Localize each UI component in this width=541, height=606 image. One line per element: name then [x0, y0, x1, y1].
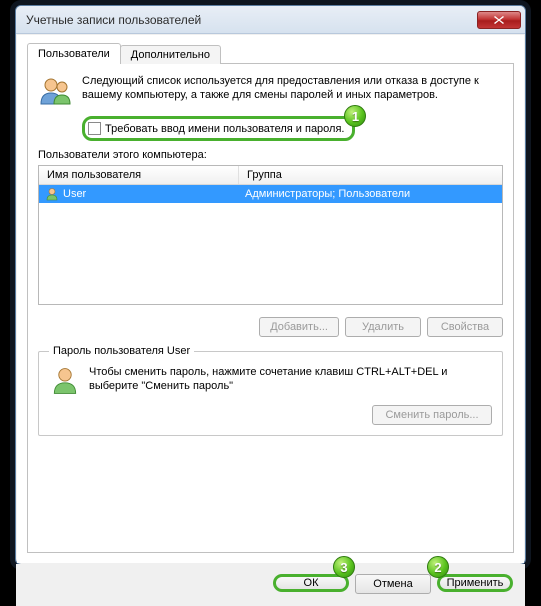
change-password-button[interactable]: Сменить пароль... [372, 405, 492, 425]
password-instruction-text: Чтобы сменить пароль, нажмите сочетание … [89, 365, 492, 393]
tab-strip: Пользователи Дополнительно [27, 43, 514, 64]
ok-button[interactable]: ОК [273, 574, 349, 592]
intro-text: Следующий список используется для предос… [82, 74, 503, 110]
users-icon [38, 74, 74, 110]
users-listview[interactable]: Имя пользователя Группа User Администрат… [38, 165, 503, 305]
close-button[interactable] [477, 11, 521, 29]
add-button[interactable]: Добавить... [259, 317, 339, 337]
apply-button[interactable]: Применить [437, 574, 513, 592]
require-credentials-label: Требовать ввод имени пользователя и паро… [105, 123, 344, 135]
password-group-legend: Пароль пользователя User [49, 345, 194, 357]
users-list-label: Пользователи этого компьютера: [38, 149, 503, 161]
cell-group: Администраторы; Пользователи [239, 185, 502, 203]
listview-header[interactable]: Имя пользователя Группа [39, 166, 502, 185]
annotation-badge-2: 2 [427, 556, 449, 578]
annotation-badge-1: 1 [344, 105, 366, 127]
list-buttons-row: Добавить... Удалить Свойства [38, 317, 503, 337]
window-title: Учетные записи пользователей [26, 13, 477, 27]
tab-users[interactable]: Пользователи [27, 43, 121, 64]
annotation-badge-3: 3 [333, 556, 355, 578]
content-area: Пользователи Дополнительно Следующий спи… [17, 35, 524, 563]
remove-button[interactable]: Удалить [345, 317, 421, 337]
user-row-icon [45, 187, 59, 201]
require-credentials-row[interactable]: Требовать ввод имени пользователя и паро… [82, 116, 355, 141]
cancel-button[interactable]: Отмена [355, 574, 431, 594]
intro-row: Следующий список используется для предос… [38, 74, 503, 110]
require-credentials-checkbox[interactable] [88, 122, 101, 135]
cell-username: User [39, 185, 239, 203]
dialog-window: Учетные записи пользователей Пользовател… [15, 5, 526, 565]
dialog-footer: ОК 3 Отмена Применить 2 [16, 564, 525, 606]
password-user-icon [49, 365, 81, 397]
column-username[interactable]: Имя пользователя [39, 166, 239, 184]
tab-panel-users: Следующий список используется для предос… [27, 63, 514, 553]
close-icon [494, 16, 504, 24]
tab-advanced[interactable]: Дополнительно [120, 45, 221, 64]
properties-button[interactable]: Свойства [427, 317, 503, 337]
password-group: Пароль пользователя User Чтобы сменить п… [38, 345, 503, 436]
column-group[interactable]: Группа [239, 166, 502, 184]
cell-username-text: User [63, 188, 86, 200]
table-row[interactable]: User Администраторы; Пользователи [39, 185, 502, 203]
titlebar[interactable]: Учетные записи пользователей [16, 6, 525, 34]
